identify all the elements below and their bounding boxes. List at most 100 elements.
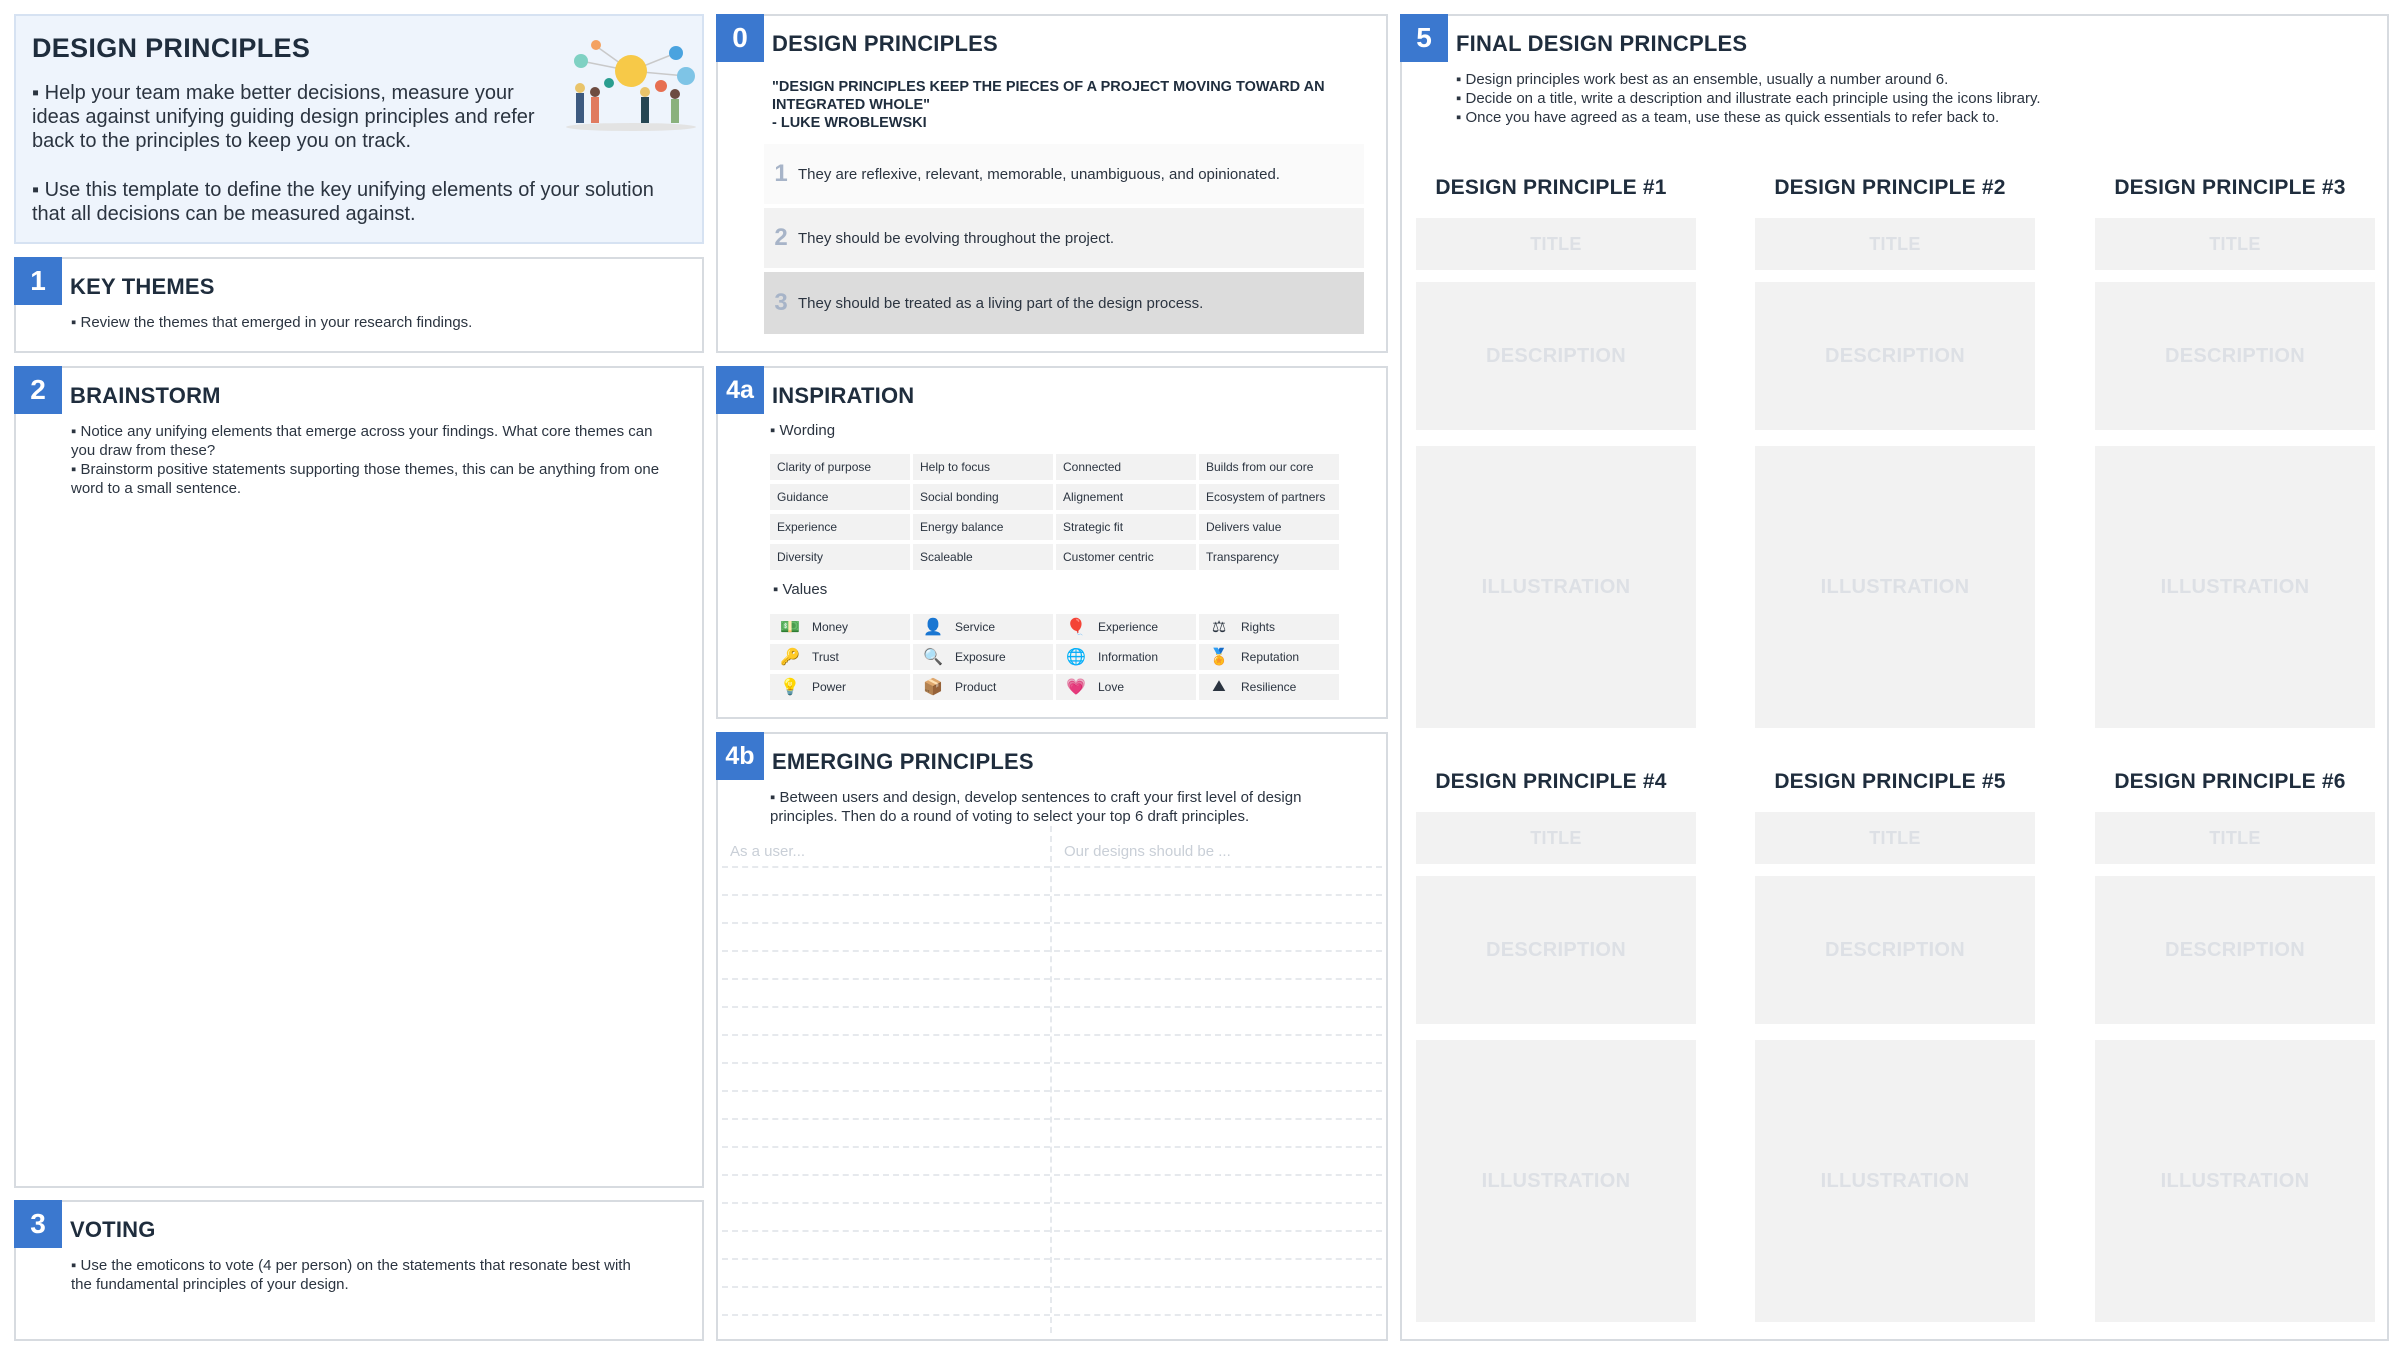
brainstorm-panel[interactable]: 2 BRAINSTORM ▪ Notice any unifying eleme… <box>14 366 704 1188</box>
value-item[interactable]: 👤 Service <box>913 614 1053 640</box>
writing-line <box>722 978 1382 980</box>
writing-line <box>722 1034 1382 1036</box>
magnifier-icon: 🔍 <box>923 649 943 666</box>
value-item[interactable]: 🔑 Trust <box>770 644 910 670</box>
emerging-principles-text: ▪ Between users and design, develop sent… <box>770 789 1302 825</box>
brainstorm-title: BRAINSTORM <box>70 383 221 408</box>
value-label: Trust <box>812 650 839 664</box>
wording-item[interactable]: Alignement <box>1056 484 1196 510</box>
emerging-principles-panel[interactable]: 4b EMERGING PRINCIPLES ▪ Between users a… <box>716 732 1388 1341</box>
principle-title-field[interactable]: TITLE <box>1755 218 2035 270</box>
quote-text: "DESIGN PRINCIPLES KEEP THE PIECES OF A … <box>772 79 1325 113</box>
writing-line <box>722 1062 1382 1064</box>
writing-line <box>722 1286 1382 1288</box>
value-item[interactable]: ⛰ Resilience <box>1199 674 1339 700</box>
value-item[interactable]: 🔍 Exposure <box>913 644 1053 670</box>
principle-description-field[interactable]: DESCRIPTION <box>2095 282 2375 430</box>
value-item[interactable]: 📦 Product <box>913 674 1053 700</box>
principle-description-field[interactable]: DESCRIPTION <box>1755 876 2035 1024</box>
wording-item[interactable]: Help to focus <box>913 454 1053 480</box>
wording-item[interactable]: Customer centric <box>1056 544 1196 570</box>
principle-heading: DESIGN PRINCIPLE #2 <box>1774 176 2006 199</box>
money-icon: 💵 <box>780 619 800 636</box>
writing-line <box>722 950 1382 952</box>
step-number-badge: 1 <box>14 257 62 305</box>
principle-heading: DESIGN PRINCIPLE #1 <box>1435 176 1667 199</box>
final-principles-title: FINAL DESIGN PRINCPLES <box>1456 31 1748 56</box>
bullet-text: ▪ Design principles work best as an ense… <box>1456 71 1949 88</box>
user-column-placeholder: As a user... <box>730 843 806 860</box>
principle-description-field[interactable]: DESCRIPTION <box>1755 282 2035 430</box>
value-item[interactable]: 💵 Money <box>770 614 910 640</box>
value-item[interactable]: 🏅 Reputation <box>1199 644 1339 670</box>
principle-description-field[interactable]: DESCRIPTION <box>2095 876 2375 1024</box>
principles-definition-title: DESIGN PRINCIPLES <box>772 31 998 56</box>
values-label: ▪ Values <box>773 581 828 598</box>
principle-description-field[interactable]: DESCRIPTION <box>1416 282 1696 430</box>
principle-illustration-field[interactable]: ILLUSTRATION <box>2095 446 2375 728</box>
wording-item[interactable]: Connected <box>1056 454 1196 480</box>
principle-title-field[interactable]: TITLE <box>1755 812 2035 864</box>
principle-illustration-field[interactable]: ILLUSTRATION <box>1416 446 1696 728</box>
value-label: Resilience <box>1241 680 1297 694</box>
writing-line <box>722 1314 1382 1316</box>
wording-item[interactable]: Ecosystem of partners <box>1199 484 1339 510</box>
principle-heading: DESIGN PRINCIPLE #3 <box>2114 176 2346 199</box>
principle-description-field[interactable]: DESCRIPTION <box>1416 876 1696 1024</box>
final-principles-panel: 5 FINAL DESIGN PRINCPLES ▪ Design princi… <box>1400 14 2389 1341</box>
bullet-text: ▪ Brainstorm positive statements support… <box>71 461 660 497</box>
intro-panel: DESIGN PRINCIPLES ▪ Help your team make … <box>14 14 704 244</box>
value-label: Money <box>812 620 849 634</box>
value-label: Product <box>955 680 997 694</box>
step-number-badge: 2 <box>14 366 62 414</box>
rule-text: They should be treated as a living part … <box>798 294 1204 312</box>
wording-item[interactable]: Delivers value <box>1199 514 1339 540</box>
principle-illustration-field[interactable]: ILLUSTRATION <box>2095 1040 2375 1322</box>
principle-illustration-field[interactable]: ILLUSTRATION <box>1755 1040 2035 1322</box>
value-label: Exposure <box>955 650 1006 664</box>
principle-heading: DESIGN PRINCIPLE #5 <box>1774 770 2006 793</box>
writing-line <box>722 1006 1382 1008</box>
emerging-principles-title: EMERGING PRINCIPLES <box>772 749 1034 774</box>
quote-block: "DESIGN PRINCIPLES KEEP THE PIECES OF A … <box>772 78 1352 132</box>
wording-item[interactable]: Clarity of purpose <box>770 454 910 480</box>
rule-row: 1 They are reflexive, relevant, memorabl… <box>764 144 1364 204</box>
value-item[interactable]: ⚖ Rights <box>1199 614 1339 640</box>
rule-number: 2 <box>774 224 788 251</box>
wording-item[interactable]: Guidance <box>770 484 910 510</box>
wording-item[interactable]: Experience <box>770 514 910 540</box>
wording-item[interactable]: Social bonding <box>913 484 1053 510</box>
value-item[interactable]: 💡 Power <box>770 674 910 700</box>
wording-item[interactable]: Diversity <box>770 544 910 570</box>
intro-title: DESIGN PRINCIPLES <box>32 33 311 63</box>
principle-title-field[interactable]: TITLE <box>1416 812 1696 864</box>
key-themes-panel: 1 KEY THEMES ▪ Review the themes that em… <box>14 257 704 353</box>
wording-item[interactable]: Energy balance <box>913 514 1053 540</box>
writing-line <box>722 1146 1382 1148</box>
principle-illustration-field[interactable]: ILLUSTRATION <box>1416 1040 1696 1322</box>
brainstorm-text: ▪ Notice any unifying elements that emer… <box>71 422 671 498</box>
principle-title-field[interactable]: TITLE <box>2095 812 2375 864</box>
principle-title-field[interactable]: TITLE <box>2095 218 2375 270</box>
wording-item[interactable]: Scaleable <box>913 544 1053 570</box>
values-grid: 💵 Money 👤 Service 🎈 Experience ⚖ Rights 🔑 Tru… <box>770 614 1339 700</box>
voting-panel[interactable]: 3 VOTING ▪ Use the emoticons to vote (4 … <box>14 1200 704 1341</box>
writing-line <box>722 1118 1382 1120</box>
heart-icon: 💗 <box>1066 679 1086 696</box>
value-item[interactable]: 🌐 Information <box>1056 644 1196 670</box>
value-item[interactable]: 💗 Love <box>1056 674 1196 700</box>
writing-line <box>722 866 1382 868</box>
key-themes-title: KEY THEMES <box>70 274 215 299</box>
wording-item[interactable]: Builds from our core <box>1199 454 1339 480</box>
balloon-icon: 🎈 <box>1066 619 1086 636</box>
value-item[interactable]: 🎈 Experience <box>1056 614 1196 640</box>
quote-author: - LUKE WROBLEWSKI <box>772 115 927 131</box>
lightbulb-icon: 💡 <box>780 679 800 696</box>
writing-line <box>722 1090 1382 1092</box>
wording-item[interactable]: Strategic fit <box>1056 514 1196 540</box>
value-label: Rights <box>1241 620 1276 634</box>
principle-title-field[interactable]: TITLE <box>1416 218 1696 270</box>
wording-item[interactable]: Transparency <box>1199 544 1339 570</box>
inspiration-title: INSPIRATION <box>772 383 915 408</box>
principle-illustration-field[interactable]: ILLUSTRATION <box>1755 446 2035 728</box>
